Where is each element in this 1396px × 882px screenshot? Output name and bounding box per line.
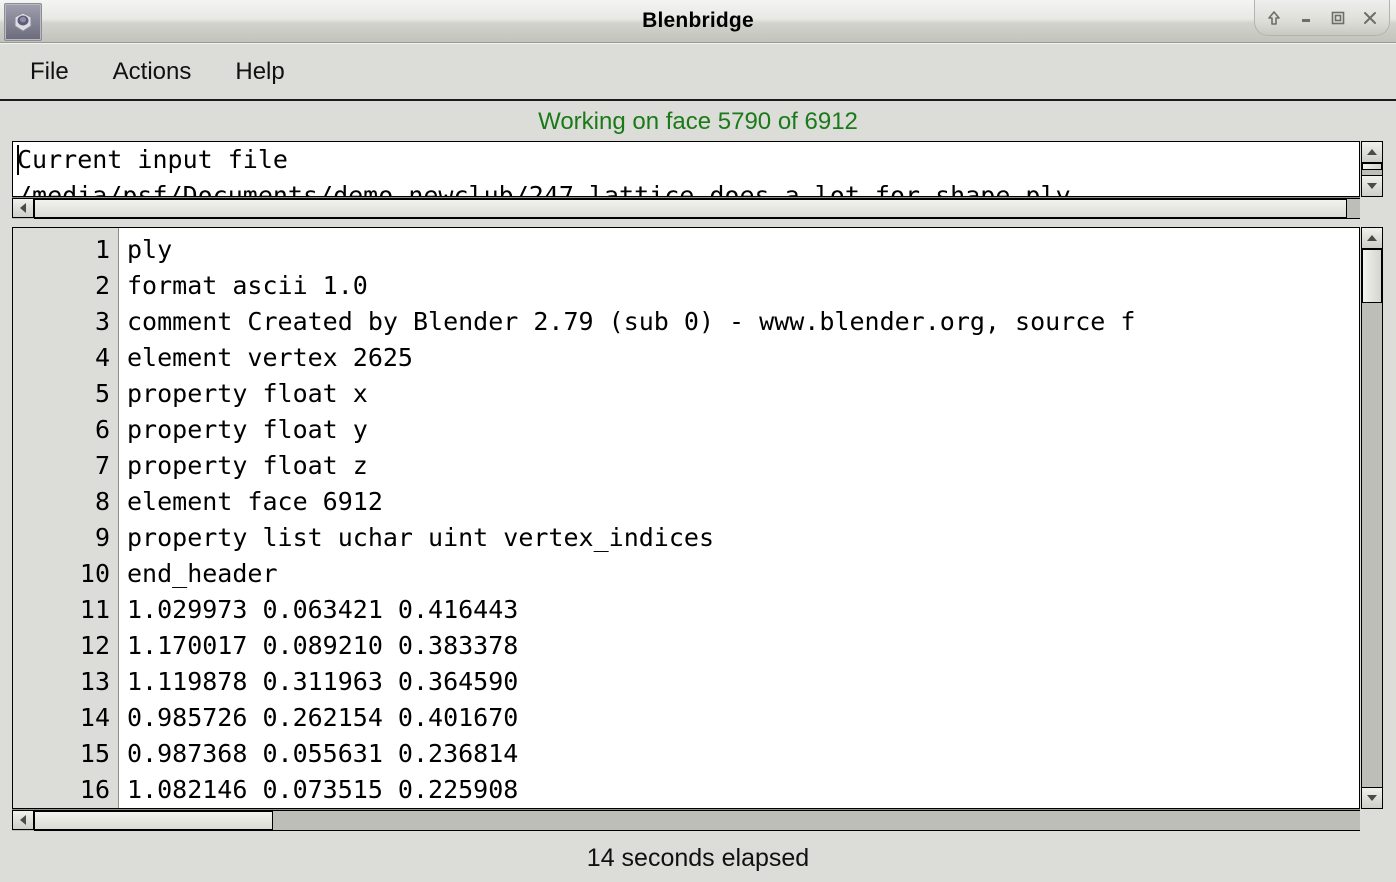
ply-code-lines[interactable]: ply format ascii 1.0 comment Created by …: [119, 228, 1359, 808]
minimize-button[interactable]: [1295, 7, 1317, 29]
input-file-hscrollbar[interactable]: [12, 197, 1360, 219]
triangle-up-icon: [1367, 235, 1377, 241]
code-line: element vertex 2625: [127, 340, 1359, 376]
line-number: 8: [13, 484, 110, 520]
line-number: 1: [13, 232, 110, 268]
ply-hscrollbar[interactable]: [12, 809, 1360, 831]
code-line: 1.170017 0.089210 0.383378: [127, 628, 1359, 664]
app-window: Blenbridge: [0, 0, 1396, 882]
triangle-down-icon: [1367, 795, 1377, 801]
blender-nut-icon: [11, 11, 35, 33]
close-button[interactable]: [1359, 7, 1381, 29]
scroll-corner: [1360, 197, 1384, 219]
shade-button[interactable]: [1263, 7, 1285, 29]
line-number: 5: [13, 376, 110, 412]
code-line: 1.029973 0.063421 0.416443: [127, 592, 1359, 628]
input-file-vscrollbar[interactable]: [1360, 141, 1384, 197]
line-number: 14: [13, 700, 110, 736]
line-number-gutter: 1 2 3 4 5 6 7 8 9 10 11 12 13: [13, 228, 119, 808]
scroll-corner: [1360, 809, 1384, 831]
progress-status-text: Working on face 5790 of 6912: [8, 101, 1388, 139]
up-arrow-icon: [1265, 9, 1283, 27]
code-line: 0.987368 0.055631 0.236814: [127, 736, 1359, 772]
line-number: 11: [13, 592, 110, 628]
input-file-scroll-up-button[interactable]: [1361, 141, 1383, 163]
ply-hscroll-thumb[interactable]: [34, 811, 273, 830]
ply-scroll-down-button[interactable]: [1361, 787, 1383, 809]
menu-item-actions[interactable]: Actions: [91, 56, 214, 88]
ply-vscrollbar[interactable]: [1360, 227, 1384, 809]
triangle-left-icon: [20, 203, 26, 213]
code-line: property float y: [127, 412, 1359, 448]
code-line: property float x: [127, 376, 1359, 412]
triangle-left-icon: [20, 815, 26, 825]
line-number: 4: [13, 340, 110, 376]
input-file-scroll-thumb[interactable]: [1362, 163, 1382, 170]
code-line: 0.985726 0.262154 0.401670: [127, 700, 1359, 736]
maximize-button[interactable]: [1327, 7, 1349, 29]
window-controls: [1254, 0, 1390, 36]
line-number: 6: [13, 412, 110, 448]
close-icon: [1361, 9, 1379, 27]
app-icon[interactable]: [4, 3, 42, 41]
ply-viewer-panel: 1 2 3 4 5 6 7 8 9 10 11 12 13: [12, 227, 1384, 831]
line-number: 15: [13, 736, 110, 772]
code-line: property float z: [127, 448, 1359, 484]
ply-scroll-trough[interactable]: [1361, 249, 1383, 787]
code-line: element face 6912: [127, 484, 1359, 520]
triangle-up-icon: [1367, 149, 1377, 155]
line-number: 7: [13, 448, 110, 484]
window-title: Blenbridge: [0, 9, 1396, 33]
menu-bar: File Actions Help: [0, 43, 1396, 101]
ply-hscroll-trough[interactable]: [34, 810, 1360, 831]
main-content: Working on face 5790 of 6912 Current inp…: [0, 101, 1396, 882]
ply-scroll-thumb[interactable]: [1362, 249, 1382, 303]
ply-hscroll-row: [12, 809, 1384, 831]
code-line: 1.119878 0.311963 0.364590: [127, 664, 1359, 700]
ply-textarea[interactable]: 1 2 3 4 5 6 7 8 9 10 11 12 13: [12, 227, 1360, 809]
input-file-hscroll-thumb[interactable]: [34, 199, 1347, 218]
maximize-icon: [1329, 9, 1347, 27]
line-number: 2: [13, 268, 110, 304]
input-file-scroll-trough[interactable]: [1361, 163, 1383, 175]
ply-scroll-up-button[interactable]: [1361, 227, 1383, 249]
ply-scroll-left-button[interactable]: [12, 810, 34, 830]
input-file-panel: Current input file /media/psf/Documents/…: [12, 141, 1384, 219]
menu-item-file[interactable]: File: [8, 56, 91, 88]
line-number: 12: [13, 628, 110, 664]
code-line: ply: [127, 232, 1359, 268]
code-line: comment Created by Blender 2.79 (sub 0) …: [127, 304, 1359, 340]
line-number: 3: [13, 304, 110, 340]
input-file-label-line: Current input file: [17, 142, 1357, 178]
text-caret: [17, 145, 19, 175]
input-file-hscroll-trough[interactable]: [34, 198, 1360, 219]
code-line: format ascii 1.0: [127, 268, 1359, 304]
title-bar: Blenbridge: [0, 0, 1396, 43]
code-line: 1.082146 0.073515 0.225908: [127, 772, 1359, 808]
input-file-text-content[interactable]: Current input file /media/psf/Documents/…: [13, 142, 1359, 196]
line-number: 10: [13, 556, 110, 592]
minimize-icon: [1297, 9, 1315, 27]
input-file-scroll-down-button[interactable]: [1361, 175, 1383, 197]
input-file-textarea[interactable]: Current input file /media/psf/Documents/…: [12, 141, 1360, 197]
ply-code-area[interactable]: 1 2 3 4 5 6 7 8 9 10 11 12 13: [13, 228, 1359, 808]
menu-item-help[interactable]: Help: [213, 56, 306, 88]
code-line: property list uchar uint vertex_indices: [127, 520, 1359, 556]
line-number: 13: [13, 664, 110, 700]
input-file-hscroll-row: [12, 197, 1384, 219]
triangle-down-icon: [1367, 183, 1377, 189]
elapsed-time-status: 14 seconds elapsed: [8, 831, 1388, 882]
line-number: 16: [13, 772, 110, 808]
code-line: end_header: [127, 556, 1359, 592]
input-file-path-line: /media/psf/Documents/demo_newclub/247_la…: [17, 178, 1357, 196]
input-file-scroll-left-button[interactable]: [12, 198, 34, 218]
line-number: 9: [13, 520, 110, 556]
